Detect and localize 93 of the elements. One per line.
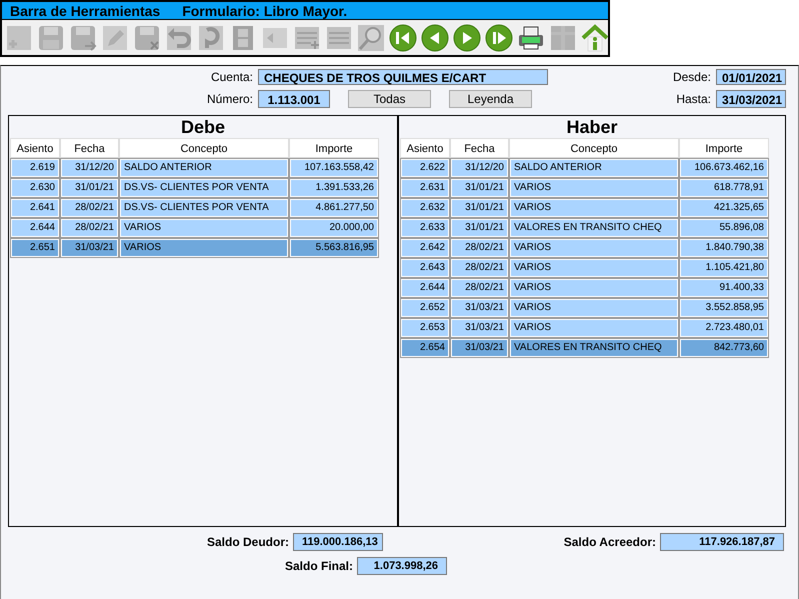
table-cell[interactable]: 421.325,65 xyxy=(679,198,769,218)
table-cell[interactable]: DS.VS- CLIENTES POR VENTA xyxy=(119,178,289,198)
table-cell[interactable]: 2.630 xyxy=(10,178,60,198)
date-field[interactable]: 31/03/2021 xyxy=(716,90,786,108)
table-cell[interactable]: 1.105.421,80 xyxy=(679,258,769,278)
table-cell[interactable]: 2.644 xyxy=(10,218,60,238)
table-cell[interactable]: 2.643 xyxy=(400,258,450,278)
table-cell[interactable]: 2.651 xyxy=(10,238,60,258)
total-field: 119.000.186,13 xyxy=(293,533,383,551)
date-field[interactable]: 01/01/2021 xyxy=(716,69,786,85)
column-header: Importe xyxy=(679,138,769,158)
table-cell[interactable]: 2.641 xyxy=(10,198,60,218)
total-label: Saldo Deudor: xyxy=(206,535,289,549)
table-cell[interactable]: 31/12/20 xyxy=(60,158,119,178)
table-cell[interactable]: 107.163.558,42 xyxy=(289,158,379,178)
table-cell[interactable]: 2.632 xyxy=(400,198,450,218)
table-cell[interactable]: DS.VS- CLIENTES POR VENTA xyxy=(119,198,289,218)
table-cell[interactable]: 31/01/21 xyxy=(450,178,509,198)
total-label: Saldo Final: xyxy=(285,559,354,573)
table-cell[interactable]: 106.673.462,16 xyxy=(679,158,769,178)
table-cell[interactable]: 31/03/21 xyxy=(60,238,119,258)
table-cell[interactable]: VARIOS xyxy=(509,238,679,258)
column-header: Fecha xyxy=(60,138,119,158)
table-cell[interactable]: 31/03/21 xyxy=(450,298,509,318)
table-cell[interactable]: 2.622 xyxy=(400,158,450,178)
field-label: Número: xyxy=(206,92,253,106)
table-cell[interactable]: 2.619 xyxy=(10,158,60,178)
table-cell[interactable]: 1.840.790,38 xyxy=(679,238,769,258)
table-cell[interactable]: 28/02/21 xyxy=(450,238,509,258)
table-cell[interactable]: 20.000,00 xyxy=(289,218,379,238)
column-header: Importe xyxy=(289,138,379,158)
table-cell[interactable]: 28/02/21 xyxy=(60,218,119,238)
table-cell[interactable]: 31/01/21 xyxy=(450,198,509,218)
table-cell[interactable]: VARIOS xyxy=(509,318,679,338)
total-field: 117.926.187,87 xyxy=(660,533,784,551)
table-cell[interactable]: 31/01/21 xyxy=(450,218,509,238)
table-cell[interactable]: 2.644 xyxy=(400,278,450,298)
table-cell[interactable]: 91.400,33 xyxy=(679,278,769,298)
table-cell[interactable]: VARIOS xyxy=(509,278,679,298)
table-cell[interactable]: VARIOS xyxy=(509,298,679,318)
table-cell[interactable]: VARIOS xyxy=(509,198,679,218)
table-cell[interactable]: 2.642 xyxy=(400,238,450,258)
table-cell[interactable]: VARIOS xyxy=(509,178,679,198)
table-cell[interactable]: VARIOS xyxy=(119,218,289,238)
panel-title: Debe xyxy=(180,116,226,138)
table-cell[interactable]: VARIOS xyxy=(509,258,679,278)
table-cell[interactable]: SALDO ANTERIOR xyxy=(509,158,679,178)
table-cell[interactable]: 31/03/21 xyxy=(450,318,509,338)
table-cell[interactable]: 28/02/21 xyxy=(450,258,509,278)
column-header: Asiento xyxy=(10,138,60,158)
next-icon[interactable] xyxy=(452,23,480,51)
table-cell[interactable]: 31/12/20 xyxy=(450,158,509,178)
last-icon[interactable] xyxy=(484,23,512,51)
number-field[interactable]: 1.113.001 xyxy=(258,90,330,108)
toolbar-title: Barra de Herramientas xyxy=(10,2,160,18)
table-cell[interactable]: 618.778,91 xyxy=(679,178,769,198)
table-cell[interactable]: VALORES EN TRANSITO CHEQ xyxy=(509,338,679,358)
field-label: Hasta: xyxy=(675,92,711,106)
panel-title: Haber xyxy=(565,116,619,138)
column-header: Fecha xyxy=(450,138,509,158)
table-cell[interactable]: VALORES EN TRANSITO CHEQ xyxy=(509,218,679,238)
column-header: Concepto xyxy=(119,138,289,158)
form-title: Formulario: Libro Mayor. xyxy=(182,2,348,18)
prev-icon[interactable] xyxy=(420,23,448,51)
table-cell[interactable]: 5.563.816,95 xyxy=(289,238,379,258)
filter-button[interactable]: Todas xyxy=(348,90,431,108)
table-cell[interactable]: SALDO ANTERIOR xyxy=(119,158,289,178)
info-icon[interactable] xyxy=(580,23,608,51)
table-cell[interactable]: 2.653 xyxy=(400,318,450,338)
table-cell[interactable]: 28/02/21 xyxy=(60,198,119,218)
total-field: 1.073.998,26 xyxy=(357,557,448,575)
table-cell[interactable]: 2.652 xyxy=(400,298,450,318)
table-cell[interactable]: VARIOS xyxy=(119,238,289,258)
total-label: Saldo Acreedor: xyxy=(562,535,656,549)
table-cell[interactable]: 4.861.277,50 xyxy=(289,198,379,218)
column-header: Asiento xyxy=(400,138,450,158)
table-cell[interactable]: 842.773,60 xyxy=(679,338,769,358)
field-label: Desde: xyxy=(672,70,711,84)
table-cell[interactable]: 2.654 xyxy=(400,338,450,358)
field-label: Cuenta: xyxy=(210,70,253,84)
table-cell[interactable]: 31/03/21 xyxy=(450,338,509,358)
table-cell[interactable]: 31/01/21 xyxy=(60,178,119,198)
table-cell[interactable]: 1.391.533,26 xyxy=(289,178,379,198)
first-icon[interactable] xyxy=(388,23,416,51)
table-cell[interactable]: 2.723.480,01 xyxy=(679,318,769,338)
table-cell[interactable]: 28/02/21 xyxy=(450,278,509,298)
account-field[interactable]: CHEQUES DE TROS QUILMES E/CART xyxy=(258,69,548,85)
table-cell[interactable]: 2.633 xyxy=(400,218,450,238)
table-cell[interactable]: 2.631 xyxy=(400,178,450,198)
table-cell[interactable]: 3.552.858,95 xyxy=(679,298,769,318)
table-cell[interactable]: 55.896,08 xyxy=(679,218,769,238)
column-header: Concepto xyxy=(509,138,679,158)
filter-button[interactable]: Leyenda xyxy=(449,90,532,108)
